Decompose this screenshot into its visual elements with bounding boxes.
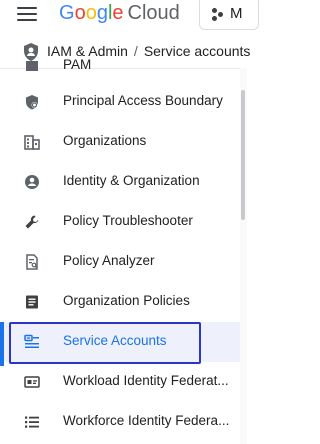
sidebar-item-workforce-identity-federation[interactable]: Workforce Identity Federa...: [0, 402, 240, 442]
id-card-icon: [24, 376, 40, 388]
policy-list-icon: [26, 295, 38, 309]
sidebar-item-identity-organization[interactable]: Identity & Organization: [0, 162, 240, 202]
organization-building-icon: [24, 135, 40, 150]
sidebar-item-label: Policy Analyzer: [63, 253, 155, 268]
sidebar-item-workload-identity-federation[interactable]: Workload Identity Federat...: [0, 362, 240, 402]
document-search-icon: [26, 254, 38, 270]
sidebar-item-principal-access-boundary[interactable]: Principal Access Boundary: [0, 82, 240, 122]
logo-cloud-text: Cloud: [127, 2, 180, 24]
sidebar-item-label: Workload Identity Federat...: [63, 373, 229, 388]
project-dots-icon: [212, 8, 226, 22]
sidebar-item-label: Identity & Organization: [63, 173, 200, 188]
boundary-shield-icon: [26, 95, 38, 110]
sidebar-item-label: PAM: [63, 57, 92, 72]
sidebar-scrollbar-thumb[interactable]: [241, 90, 245, 220]
project-picker-label: M: [230, 5, 243, 22]
focus-highlight-outline: [9, 322, 201, 364]
logo-google-text: Google: [59, 2, 124, 24]
sidebar-item-organizations[interactable]: Organizations: [0, 122, 240, 162]
wrench-icon: [25, 215, 39, 229]
active-item-indicator: [0, 322, 4, 366]
hamburger-menu-icon[interactable]: [17, 6, 37, 22]
top-app-bar: Google Cloud M: [0, 0, 259, 30]
pam-icon: [26, 61, 38, 71]
sidebar-item-organization-policies[interactable]: Organization Policies: [0, 282, 240, 322]
account-circle-icon: [25, 175, 39, 189]
sidebar-item-label: Organization Policies: [63, 293, 190, 308]
sidebar-item-policy-analyzer[interactable]: Policy Analyzer: [0, 242, 240, 282]
sidebar-item-label: Principal Access Boundary: [63, 93, 223, 108]
sidebar-item-label: Policy Troubleshooter: [63, 213, 193, 228]
project-picker-button[interactable]: M: [199, 0, 259, 30]
list-icon: [25, 416, 39, 428]
sidebar-item-label: Workforce Identity Federa...: [63, 413, 230, 428]
google-cloud-logo[interactable]: Google Cloud: [59, 0, 180, 30]
sidebar-item-policy-troubleshooter[interactable]: Policy Troubleshooter: [0, 202, 240, 242]
sidebar-item-pam[interactable]: PAM: [0, 46, 240, 86]
sidebar-item-label: Organizations: [63, 133, 147, 148]
